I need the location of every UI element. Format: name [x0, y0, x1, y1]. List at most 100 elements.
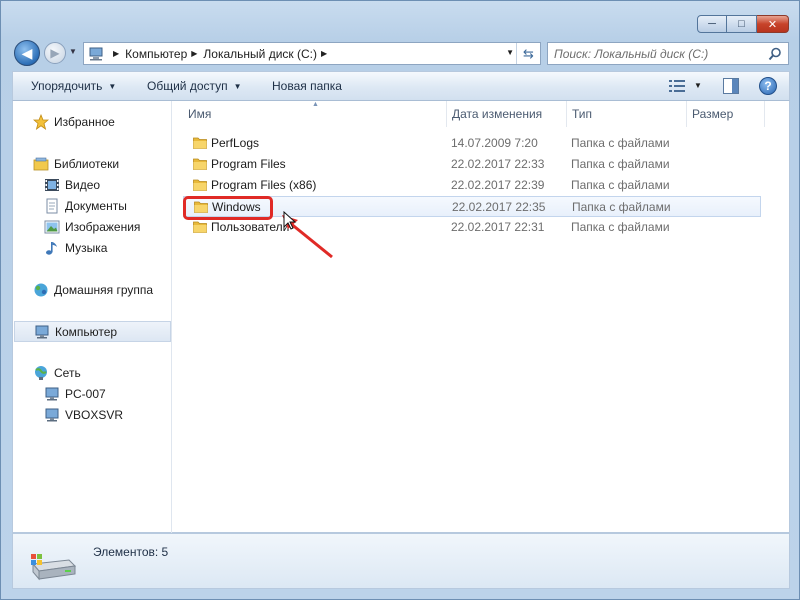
- title-bar[interactable]: ─ □ ✕: [1, 1, 800, 37]
- folder-icon: [193, 137, 207, 149]
- music-icon: [46, 242, 57, 255]
- network-icon: [35, 366, 47, 380]
- share-label: Общий доступ: [147, 79, 228, 93]
- table-row[interactable]: PerfLogs 14.07.2009 7:20 Папка с файлами: [183, 133, 761, 154]
- video-icon: [45, 179, 59, 191]
- libraries-icon: [33, 157, 49, 171]
- mouse-cursor-icon: [283, 211, 297, 230]
- nav-item-label: Видео: [65, 178, 101, 192]
- file-type: Папка с файлами: [571, 178, 670, 192]
- nav-item-label: Изображения: [65, 220, 141, 234]
- homegroup-icon: [34, 283, 48, 297]
- search-icon[interactable]: [768, 47, 782, 61]
- organize-button[interactable]: Упорядочить ▼: [31, 79, 116, 93]
- history-dropdown-icon[interactable]: ▼: [69, 47, 77, 56]
- images-icon: [44, 220, 60, 234]
- navigation-bar: ◀ ▶ ▼ ▶ Компьютер ▶ Локальный диск (C:) …: [1, 37, 800, 69]
- hard-drive-icon: [31, 554, 77, 581]
- organize-label: Упорядочить: [31, 79, 103, 93]
- file-type: Папка с файлами: [571, 136, 670, 150]
- folder-icon: [193, 179, 207, 191]
- close-button[interactable]: ✕: [757, 15, 789, 33]
- nav-item-label: Домашняя группа: [54, 283, 154, 297]
- chevron-down-icon: ▼: [233, 81, 242, 91]
- search-box[interactable]: [547, 42, 789, 65]
- nav-item-label: Документы: [65, 199, 127, 213]
- nav-item-network[interactable]: Сеть: [33, 363, 81, 383]
- command-bar: Упорядочить ▼ Общий доступ ▼ Новая папка…: [12, 71, 790, 101]
- chevron-down-icon: ▼: [108, 81, 117, 91]
- breadcrumb-separator-icon[interactable]: ▶: [321, 49, 327, 58]
- breadcrumb-separator-icon[interactable]: ▶: [191, 49, 197, 58]
- nav-item-documents[interactable]: Документы: [44, 196, 127, 216]
- new-folder-label: Новая папка: [272, 79, 342, 93]
- table-row[interactable]: Program Files (x86) 22.02.2017 22:39 Папка…: [183, 175, 761, 196]
- nav-item-music[interactable]: Музыка: [44, 238, 107, 258]
- address-dropdown-icon[interactable]: ▼: [506, 48, 514, 57]
- navigation-pane: Избранное Библиотеки Видео Документы Изо…: [13, 101, 172, 533]
- sort-ascending-icon: ▲: [312, 101, 319, 108]
- folder-icon: [193, 221, 207, 233]
- file-name[interactable]: PerfLogs: [211, 136, 259, 150]
- file-date: 22.02.2017 22:31: [451, 220, 545, 234]
- nav-item-vboxsvr[interactable]: VBOXSVR: [44, 405, 123, 425]
- nav-item-favorites[interactable]: Избранное: [33, 112, 115, 132]
- nav-item-label: Библиотеки: [54, 157, 120, 171]
- nav-item-label: VBOXSVR: [65, 408, 124, 422]
- address-bar[interactable]: ▶ Компьютер ▶ Локальный диск (C:) ▶ ▼ ⇆: [83, 42, 541, 65]
- file-type: Папка с файлами: [572, 200, 671, 214]
- column-header-label: Дата изменения: [452, 107, 543, 121]
- file-type: Папка с файлами: [571, 220, 670, 234]
- file-name[interactable]: Program Files: [211, 157, 286, 171]
- nav-item-label: PC-007: [65, 387, 106, 401]
- search-input[interactable]: [554, 43, 764, 64]
- nav-item-label: Сеть: [54, 366, 81, 380]
- forward-button[interactable]: ▶: [44, 42, 66, 64]
- column-header-size[interactable]: Размер: [687, 101, 765, 127]
- computer-icon: [45, 387, 59, 401]
- highlight-annotation: [183, 196, 273, 220]
- content-area: Избранное Библиотеки Видео Документы Изо…: [12, 101, 790, 533]
- explorer-window: ─ □ ✕ ◀ ▶ ▼ ▶ Компьютер ▶ Локальный диск…: [0, 0, 800, 600]
- nav-item-computer[interactable]: Компьютер: [14, 321, 171, 342]
- breadcrumb-separator-icon[interactable]: ▶: [113, 49, 119, 58]
- column-header-label: Размер: [692, 107, 734, 121]
- column-header-label: Имя: [188, 107, 212, 121]
- details-pane: Элементов: 5: [12, 533, 790, 589]
- help-icon[interactable]: ?: [759, 77, 777, 95]
- file-name[interactable]: Program Files (x86): [211, 178, 316, 192]
- breadcrumb-computer[interactable]: Компьютер: [125, 47, 187, 61]
- column-header-label: Тип: [572, 107, 593, 121]
- view-dropdown-icon[interactable]: ▼: [694, 81, 702, 90]
- column-header-type[interactable]: Тип: [567, 101, 687, 127]
- table-row[interactable]: Пользователи 22.02.2017 22:31 Папка с файл…: [183, 217, 761, 238]
- refresh-button[interactable]: ⇆: [516, 43, 540, 64]
- file-date: 14.07.2009 7:20: [451, 136, 538, 150]
- nav-item-homegroup[interactable]: Домашняя группа: [33, 280, 153, 300]
- minimize-button[interactable]: ─: [697, 15, 727, 33]
- nav-item-libraries[interactable]: Библиотеки: [33, 154, 119, 174]
- preview-pane-icon[interactable]: [723, 78, 739, 94]
- nav-item-images[interactable]: Изображения: [44, 217, 140, 237]
- computer-icon: [45, 408, 59, 422]
- maximize-button[interactable]: □: [727, 15, 757, 33]
- computer-icon: [89, 47, 103, 60]
- nav-item-label: Избранное: [54, 115, 115, 129]
- file-date: 22.02.2017 22:35: [452, 200, 546, 214]
- nav-item-video[interactable]: Видео: [44, 175, 100, 195]
- table-row[interactable]: Program Files 22.02.2017 22:33 Папка с фай…: [183, 154, 761, 175]
- nav-item-label: Музыка: [65, 241, 108, 255]
- column-header-date[interactable]: Дата изменения: [447, 101, 567, 127]
- file-date: 22.02.2017 22:39: [451, 178, 545, 192]
- back-button[interactable]: ◀: [14, 40, 40, 66]
- view-options-icon[interactable]: [668, 78, 686, 94]
- new-folder-button[interactable]: Новая папка: [272, 79, 342, 93]
- nav-item-label: Компьютер: [55, 324, 118, 339]
- caption-buttons: ─ □ ✕: [697, 15, 789, 33]
- nav-item-pc-007[interactable]: PC-007: [44, 384, 106, 404]
- share-button[interactable]: Общий доступ ▼: [147, 79, 242, 93]
- star-icon: [33, 114, 49, 130]
- breadcrumb-local-disk[interactable]: Локальный диск (C:): [203, 47, 317, 61]
- computer-icon: [35, 325, 49, 338]
- file-date: 22.02.2017 22:33: [451, 157, 545, 171]
